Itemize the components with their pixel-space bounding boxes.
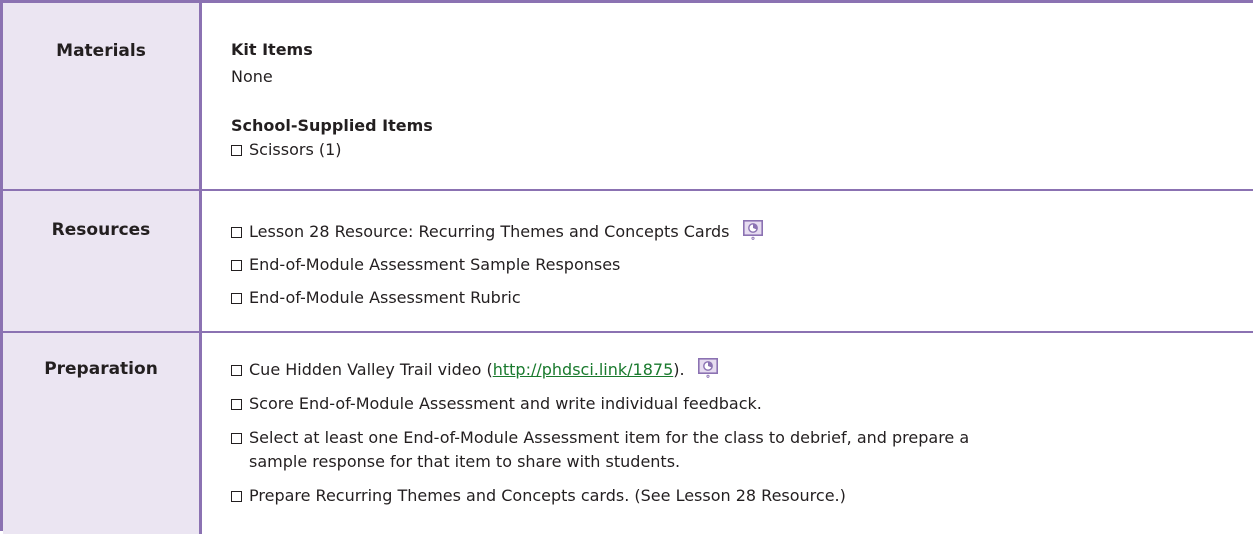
prep-item-label: Score End-of-Module Assessment and write… bbox=[249, 394, 762, 413]
kit-items-value: None bbox=[231, 67, 273, 86]
prep-item-text-suffix: ). bbox=[673, 360, 685, 379]
checkbox[interactable] bbox=[231, 433, 242, 444]
list-item: End-of-Module Assessment Rubric bbox=[231, 286, 1253, 310]
checkbox[interactable] bbox=[231, 260, 242, 271]
list-item: Lesson 28 Resource: Recurring Themes and… bbox=[231, 220, 1253, 244]
resources-row: Resources Lesson 28 Resource: Recurring … bbox=[3, 191, 1253, 333]
list-item: End-of-Module Assessment Sample Response… bbox=[231, 253, 1253, 277]
resources-label: Resources bbox=[51, 220, 151, 240]
prep-item-label: Prepare Recurring Themes and Concepts ca… bbox=[249, 486, 846, 505]
prep-item-text: Cue Hidden Valley Trail video ( bbox=[249, 360, 493, 379]
checkbox[interactable] bbox=[231, 399, 242, 410]
checkbox[interactable] bbox=[231, 365, 242, 376]
checkbox[interactable] bbox=[231, 227, 242, 238]
kit-items-heading: Kit Items bbox=[231, 40, 313, 59]
video-link[interactable]: http://phdsci.link/1875 bbox=[493, 360, 674, 379]
materials-table: Materials Kit Items None School-Supplied… bbox=[0, 0, 1253, 534]
list-item: Prepare Recurring Themes and Concepts ca… bbox=[231, 484, 1253, 508]
checkbox[interactable] bbox=[231, 145, 242, 156]
materials-label: Materials bbox=[56, 41, 146, 61]
slide-timer-icon[interactable] bbox=[697, 358, 718, 378]
list-item: Score End-of-Module Assessment and write… bbox=[231, 392, 1253, 416]
preparation-content: Cue Hidden Valley Trail video (http://ph… bbox=[231, 333, 1253, 534]
list-item: Cue Hidden Valley Trail video (http://ph… bbox=[231, 358, 1253, 382]
prep-item-label-line1: Select at least one End-of-Module Assess… bbox=[249, 428, 970, 447]
resources-content: Lesson 28 Resource: Recurring Themes and… bbox=[231, 191, 1253, 331]
resources-label-cell: Resources bbox=[3, 191, 202, 331]
materials-label-cell: Materials bbox=[3, 3, 202, 189]
preparation-row: Preparation Cue Hidden Valley Trail vide… bbox=[3, 333, 1253, 534]
checkbox[interactable] bbox=[231, 491, 242, 502]
prep-item-label-line2: sample response for that item to share w… bbox=[249, 452, 681, 471]
materials-row: Materials Kit Items None School-Supplied… bbox=[3, 3, 1253, 191]
checkbox[interactable] bbox=[231, 293, 242, 304]
list-item: Select at least one End-of-Module Assess… bbox=[231, 426, 1253, 474]
slide-timer-icon[interactable] bbox=[742, 220, 763, 240]
school-supplied-heading: School-Supplied Items bbox=[231, 116, 433, 135]
resource-item-label: End-of-Module Assessment Sample Response… bbox=[249, 255, 621, 274]
list-item: Scissors (1) bbox=[231, 138, 1253, 162]
preparation-label-cell: Preparation bbox=[3, 333, 202, 534]
preparation-label: Preparation bbox=[44, 359, 158, 379]
resource-item-label: End-of-Module Assessment Rubric bbox=[249, 288, 521, 307]
resource-item-label: Lesson 28 Resource: Recurring Themes and… bbox=[249, 222, 730, 241]
materials-content: Kit Items None School-Supplied Items Sci… bbox=[231, 3, 1253, 189]
school-item-label: Scissors (1) bbox=[249, 140, 342, 159]
